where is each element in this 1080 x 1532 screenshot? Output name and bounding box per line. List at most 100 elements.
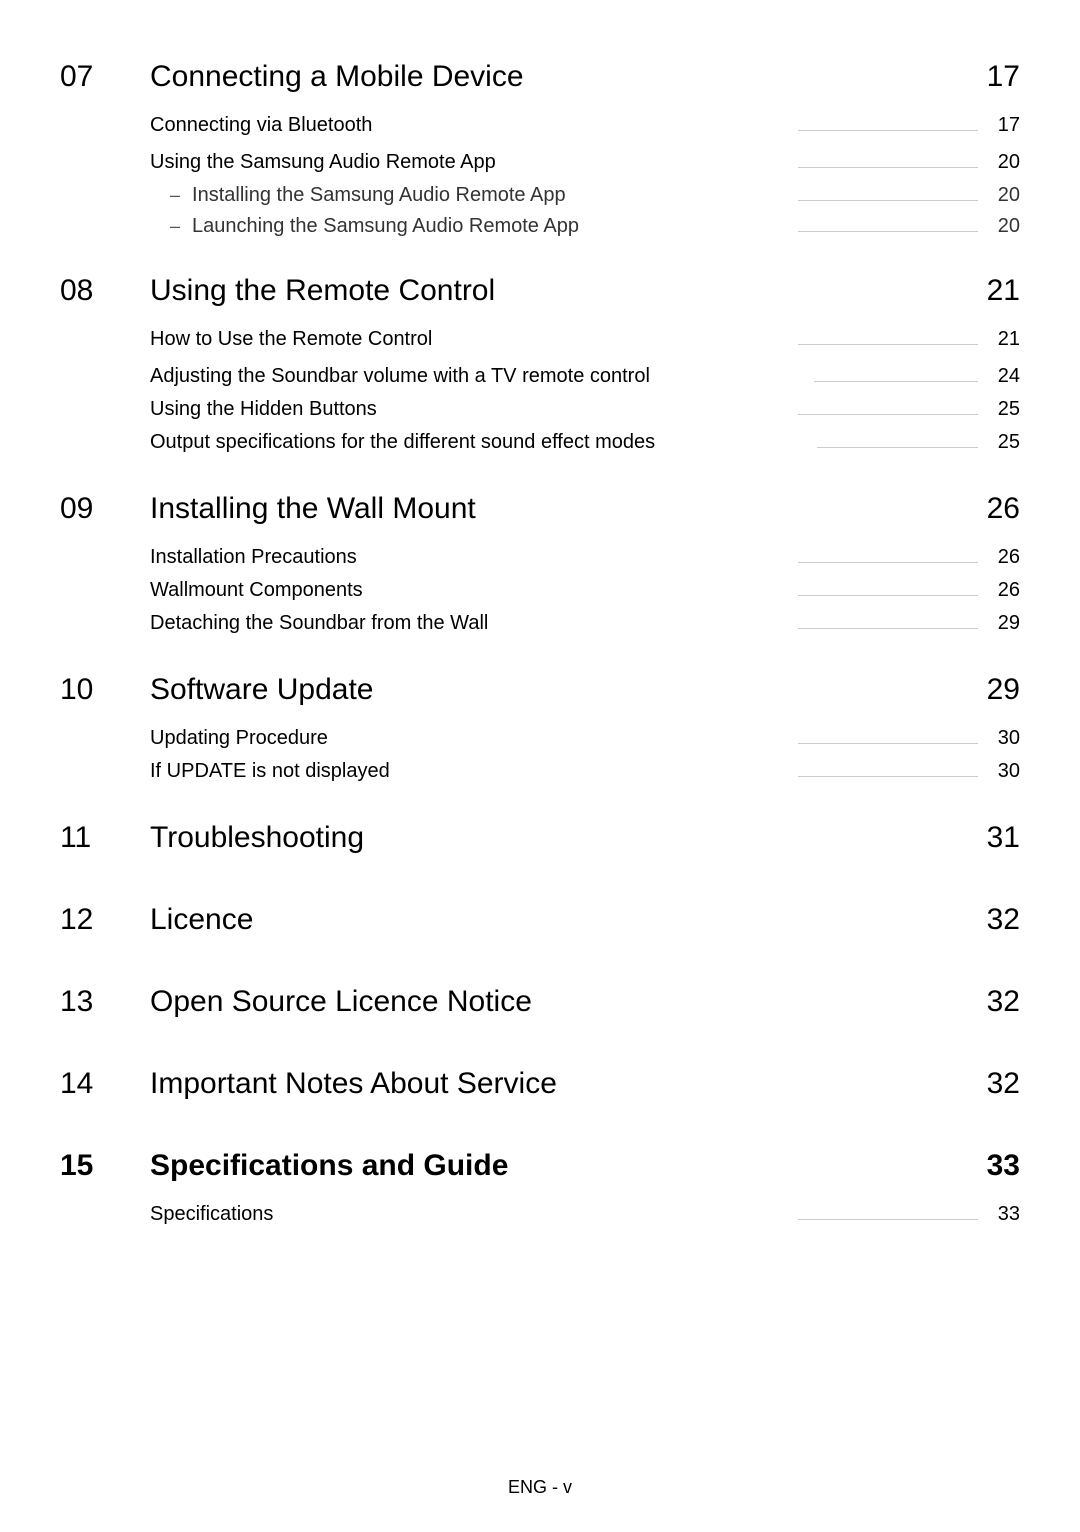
toc-section-title: Using the Remote Control: [150, 274, 987, 308]
toc-entry-page: 21: [990, 328, 1020, 351]
toc-section-header[interactable]: 07Connecting a Mobile Device17: [60, 60, 1020, 94]
toc-section: 11Troubleshooting31: [60, 821, 1020, 875]
toc-entry-title: How to Use the Remote Control: [150, 328, 432, 351]
toc-section-title: Specifications and Guide: [150, 1149, 987, 1183]
toc-leader-line: [814, 381, 978, 382]
toc-entry[interactable]: Connecting via Bluetooth17: [150, 114, 1020, 137]
toc-entry-page: 20: [990, 151, 1020, 174]
dash-icon: –: [170, 185, 180, 206]
toc-entries: How to Use the Remote Control 21 Adjusting…: [150, 328, 1020, 454]
toc-section-title: Installing the Wall Mount: [150, 492, 987, 526]
toc-entry[interactable]: If UPDATE is not displayed 30: [150, 760, 1020, 783]
toc-sub-entry[interactable]: –Launching the Samsung Audio Remote App 2…: [170, 215, 1020, 238]
toc-entry-title: Connecting via Bluetooth: [150, 114, 372, 137]
toc-section-page: 17: [987, 60, 1020, 94]
toc-section-header[interactable]: 10Software Update29: [60, 673, 1020, 707]
toc-section-header[interactable]: 08Using the Remote Control21: [60, 274, 1020, 308]
toc-section-number: 10: [60, 673, 150, 707]
toc-entries: Updating Procedure30If UPDATE is not dis…: [150, 727, 1020, 783]
toc-section: 15Specifications and Guide33Specificatio…: [60, 1149, 1020, 1236]
toc-section: 13Open Source Licence Notice32: [60, 985, 1020, 1039]
toc-section-number: 07: [60, 60, 150, 94]
toc-entry-title: If UPDATE is not displayed: [150, 760, 390, 783]
toc-entry[interactable]: Using the Samsung Audio Remote App 20: [150, 151, 1020, 174]
toc-section-header[interactable]: 12Licence32: [60, 903, 1020, 937]
toc-section: 14Important Notes About Service32: [60, 1067, 1020, 1121]
toc-section-page: 29: [987, 673, 1020, 707]
toc-entry-page: 25: [990, 398, 1020, 421]
toc-sub-entry-page: 20: [990, 215, 1020, 238]
toc-entry[interactable]: Updating Procedure 30: [150, 727, 1020, 750]
toc-leader-line: [817, 447, 978, 448]
toc-leader-line: [798, 414, 978, 415]
toc-leader-line: [798, 595, 978, 596]
toc-entry-page: 30: [990, 727, 1020, 750]
toc-leader-line: [798, 167, 978, 168]
toc-section-page: 32: [987, 1067, 1020, 1101]
toc-entry[interactable]: Installation Precautions26: [150, 546, 1020, 569]
toc-section-number: 11: [60, 821, 150, 855]
toc-section-number: 08: [60, 274, 150, 308]
toc-section-header[interactable]: 14Important Notes About Service32: [60, 1067, 1020, 1101]
toc-entry-title: Wallmount Components: [150, 579, 363, 602]
toc-section-title: Important Notes About Service: [150, 1067, 987, 1101]
toc-sub-entry-page: 20: [990, 184, 1020, 207]
toc-entry-page: 33: [990, 1203, 1020, 1226]
toc-leader-line: [798, 743, 978, 744]
toc-entry[interactable]: How to Use the Remote Control 21: [150, 328, 1020, 351]
toc-entry-title: Output specifications for the different …: [150, 431, 655, 454]
toc-entry-title: Detaching the Soundbar from the Wall: [150, 612, 488, 635]
toc-entry[interactable]: Using the Hidden Buttons 25: [150, 398, 1020, 421]
toc-leader-line: [798, 200, 978, 201]
toc-entry-page: 24: [990, 365, 1020, 388]
toc-entry-page: 30: [990, 760, 1020, 783]
toc-section-number: 09: [60, 492, 150, 526]
toc-section: 12Licence32: [60, 903, 1020, 957]
table-of-contents: 07Connecting a Mobile Device17Connecting…: [60, 60, 1020, 1264]
toc-entry[interactable]: Output specifications for the different …: [150, 431, 1020, 454]
toc-entry[interactable]: Wallmount Components 26: [150, 579, 1020, 602]
toc-section: 10Software Update29Updating Procedure30I…: [60, 673, 1020, 793]
toc-section-page: 32: [987, 985, 1020, 1019]
toc-section-title: Software Update: [150, 673, 987, 707]
toc-entry-page: 26: [990, 579, 1020, 602]
toc-section-header[interactable]: 13Open Source Licence Notice32: [60, 985, 1020, 1019]
toc-leader-line: [798, 1219, 978, 1220]
toc-section-page: 32: [987, 903, 1020, 937]
toc-section-number: 15: [60, 1149, 150, 1183]
toc-sub-entry[interactable]: –Installing the Samsung Audio Remote App…: [170, 184, 1020, 207]
toc-section-header[interactable]: 09Installing the Wall Mount26: [60, 492, 1020, 526]
toc-leader-line: [798, 130, 978, 131]
toc-entry-page: 29: [990, 612, 1020, 635]
toc-leader-line: [798, 231, 978, 232]
toc-section-title: Open Source Licence Notice: [150, 985, 987, 1019]
toc-entries: Specifications33: [150, 1203, 1020, 1226]
toc-entry-title: Using the Samsung Audio Remote App: [150, 151, 496, 174]
toc-section-header[interactable]: 11Troubleshooting31: [60, 821, 1020, 855]
toc-section-number: 14: [60, 1067, 150, 1101]
toc-entry[interactable]: Adjusting the Soundbar volume with a TV …: [150, 365, 1020, 388]
toc-section-title: Connecting a Mobile Device: [150, 60, 987, 94]
toc-entry-page: 25: [990, 431, 1020, 454]
toc-section-title: Licence: [150, 903, 987, 937]
toc-entry[interactable]: Specifications33: [150, 1203, 1020, 1226]
toc-entry-title: Using the Hidden Buttons: [150, 398, 377, 421]
toc-section-page: 33: [987, 1149, 1020, 1183]
page-footer: ENG - v: [0, 1477, 1080, 1498]
toc-section-number: 13: [60, 985, 150, 1019]
toc-entry-page: 26: [990, 546, 1020, 569]
toc-leader-line: [798, 562, 978, 563]
toc-leader-line: [798, 344, 978, 345]
toc-entry-title: Updating Procedure: [150, 727, 328, 750]
toc-section-number: 12: [60, 903, 150, 937]
toc-entry[interactable]: Detaching the Soundbar from the Wall 29: [150, 612, 1020, 635]
toc-section-page: 26: [987, 492, 1020, 526]
toc-section-header[interactable]: 15Specifications and Guide33: [60, 1149, 1020, 1183]
toc-entries: Connecting via Bluetooth17 Using the Sams…: [150, 114, 1020, 238]
toc-section: 09Installing the Wall Mount26Installatio…: [60, 492, 1020, 645]
toc-leader-line: [798, 776, 978, 777]
toc-section-page: 21: [987, 274, 1020, 308]
toc-section: 07Connecting a Mobile Device17Connecting…: [60, 60, 1020, 246]
toc-sub-entry-title: Launching the Samsung Audio Remote App: [192, 215, 579, 238]
dash-icon: –: [170, 216, 180, 237]
